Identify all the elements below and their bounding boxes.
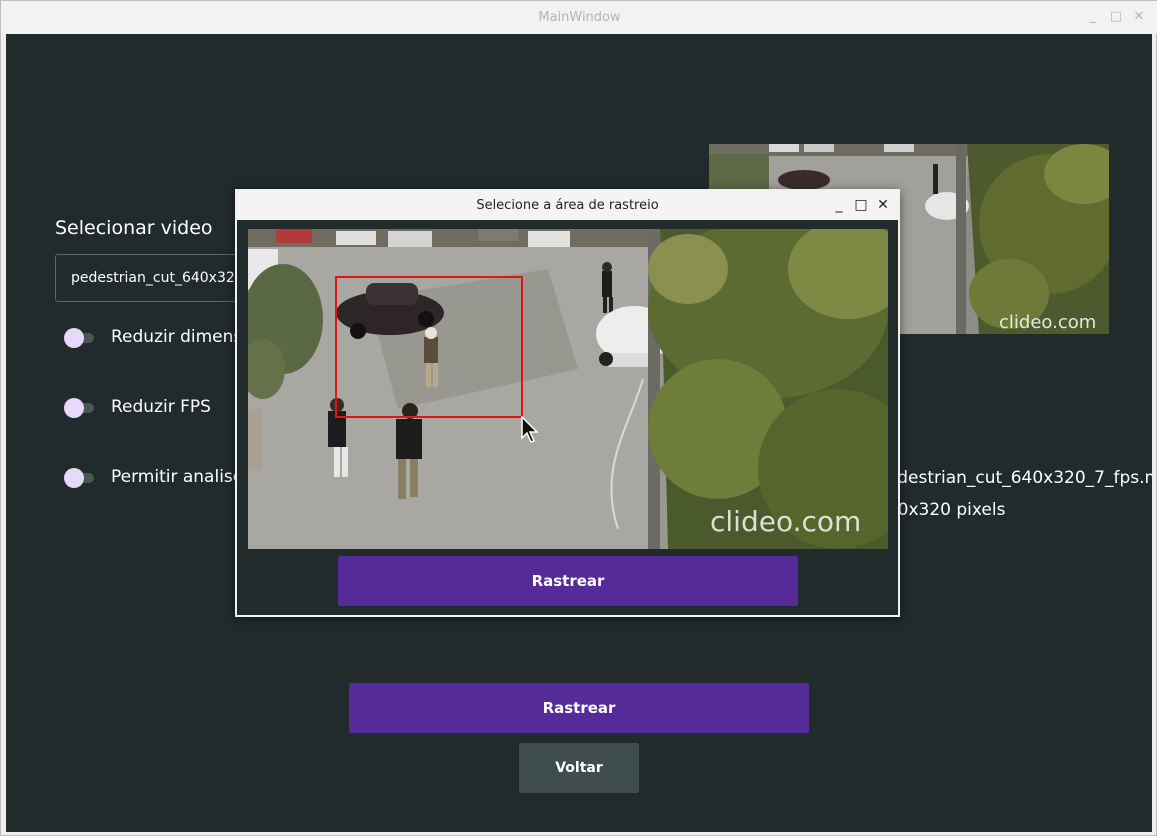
minimize-icon[interactable]: _ (1085, 9, 1101, 25)
back-button[interactable]: Voltar (519, 743, 639, 793)
select-video-heading: Selecionar video (55, 217, 213, 239)
window-title: MainWindow (538, 10, 621, 25)
tracking-selection-box[interactable] (335, 276, 523, 418)
dialog-close-icon[interactable]: ✕ (875, 197, 891, 213)
maximize-icon[interactable]: □ (1108, 9, 1124, 25)
mouse-cursor-icon (521, 415, 539, 448)
toggle-label: Permitir analise (111, 467, 244, 487)
track-button[interactable]: Rastrear (349, 683, 809, 733)
select-area-dialog: Selecione a área de rastreio _ □ ✕ clide… (235, 189, 900, 617)
main-titlebar[interactable]: MainWindow _ □ ✕ (1, 1, 1157, 34)
frame-watermark: clideo.com (710, 505, 861, 538)
video-frame-canvas[interactable]: clideo.com (248, 229, 888, 549)
dialog-track-button[interactable]: Rastrear (338, 556, 798, 606)
dialog-titlebar[interactable]: Selecione a área de rastreio _ □ ✕ (237, 191, 898, 220)
toggle-knob[interactable] (64, 398, 84, 418)
dialog-maximize-icon[interactable]: □ (853, 197, 869, 213)
toggle-label: Reduzir FPS (111, 397, 211, 417)
info-filename: pedestrian_cut_640x320_7_fps.mp4 (876, 468, 1152, 488)
close-icon[interactable]: ✕ (1131, 9, 1147, 25)
preview-watermark: clideo.com (999, 312, 1096, 333)
toggle-knob[interactable] (64, 468, 84, 488)
dialog-minimize-icon[interactable]: _ (831, 197, 847, 213)
dialog-title: Selecione a área de rastreio (476, 198, 659, 213)
toggle-knob[interactable] (64, 328, 84, 348)
